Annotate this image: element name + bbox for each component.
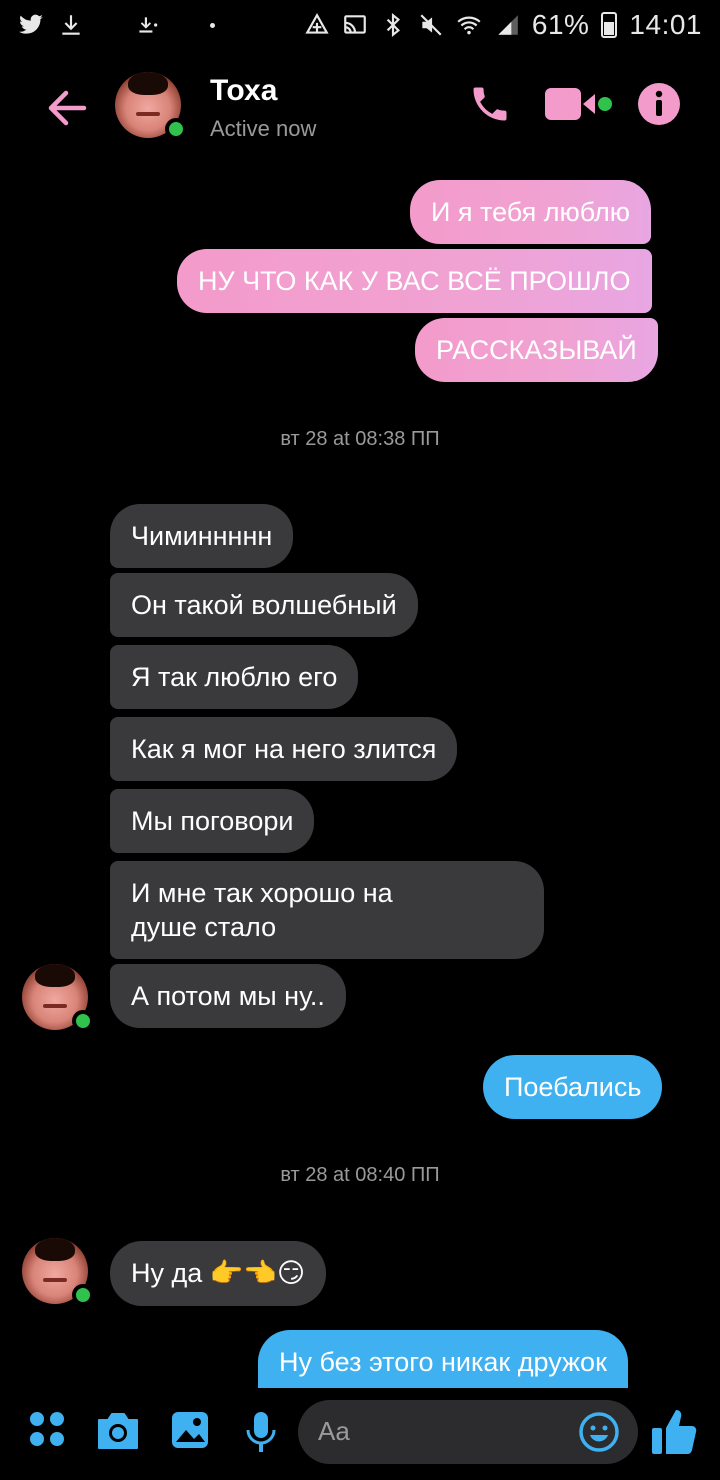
message-input[interactable]: Aa [298, 1400, 638, 1464]
timestamp: вт 28 at 08:40 ПП [280, 1164, 440, 1186]
dot-icon [210, 22, 215, 28]
status-bar: 61% 14:01 [0, 0, 720, 50]
mute-icon [420, 14, 442, 36]
incoming-message[interactable]: И мне так хорошо на душе стало [110, 861, 544, 959]
outgoing-message[interactable]: И я тебя люблю [410, 180, 652, 244]
emoji-icon[interactable] [578, 1411, 620, 1453]
apps-icon[interactable] [28, 1410, 66, 1448]
video-icon[interactable] [543, 84, 615, 124]
outgoing-message[interactable]: Поебались [483, 1055, 663, 1119]
download-small-icon [139, 17, 158, 33]
camera-icon[interactable] [95, 1410, 141, 1452]
online-indicator [72, 1010, 94, 1032]
conversation-header: Тоха Active now [0, 60, 720, 156]
contact-status: Active now [210, 116, 317, 141]
cast-icon [344, 15, 366, 34]
battery-icon [601, 12, 618, 38]
back-arrow-icon[interactable] [40, 82, 92, 134]
message-input-placeholder: Aa [318, 1416, 350, 1446]
online-indicator [165, 118, 187, 140]
thumbs-up-icon[interactable] [650, 1406, 698, 1456]
message-text: Ну да [131, 1258, 203, 1288]
phone-icon[interactable] [468, 82, 512, 126]
message-line: душе стало [131, 912, 277, 942]
clock: 14:01 [629, 9, 702, 40]
outgoing-message[interactable]: НУ ЧТО КАК У ВАС ВСЁ ПРОШЛО [177, 249, 652, 313]
outgoing-message[interactable]: Ну без этого никак дружок [258, 1330, 628, 1388]
sender-avatar[interactable] [22, 1238, 94, 1306]
incoming-message[interactable]: Я так люблю его [110, 645, 359, 709]
status-bar-right: 61% 14:01 [304, 9, 702, 41]
message-emoji: 👉👈😏 [209, 1258, 306, 1289]
online-indicator [72, 1284, 94, 1306]
incoming-message[interactable]: Он такой волшебный [110, 573, 418, 637]
status-bar-left [18, 12, 215, 38]
contact-name[interactable]: Тоха [210, 74, 277, 108]
data-saver-icon [305, 13, 329, 34]
image-icon[interactable] [170, 1410, 210, 1450]
twitter-icon [19, 14, 43, 34]
incoming-message[interactable]: Ну да 👉👈😏 [110, 1241, 327, 1306]
incoming-message[interactable]: Мы поговори [110, 789, 315, 853]
incoming-message[interactable]: А потом мы ну.. [110, 964, 346, 1028]
bluetooth-icon [386, 12, 400, 38]
incoming-message[interactable]: Как я мог на него злится [110, 717, 458, 781]
contact-avatar[interactable] [115, 72, 187, 140]
composer-bar: Aa [0, 1388, 720, 1480]
download-icon [62, 15, 80, 35]
message-line: И мне так хорошо на [131, 878, 393, 908]
info-icon[interactable] [637, 82, 681, 126]
sender-avatar[interactable] [22, 964, 94, 1032]
outgoing-message[interactable]: РАССКАЗЫВАЙ [415, 318, 658, 382]
incoming-message[interactable]: Чиминнннн [110, 504, 294, 568]
signal-icon [498, 15, 518, 35]
microphone-icon[interactable] [244, 1410, 278, 1454]
timestamp: вт 28 at 08:38 ПП [280, 428, 440, 450]
battery-percent: 61% [531, 9, 590, 40]
wifi-icon [457, 16, 481, 35]
